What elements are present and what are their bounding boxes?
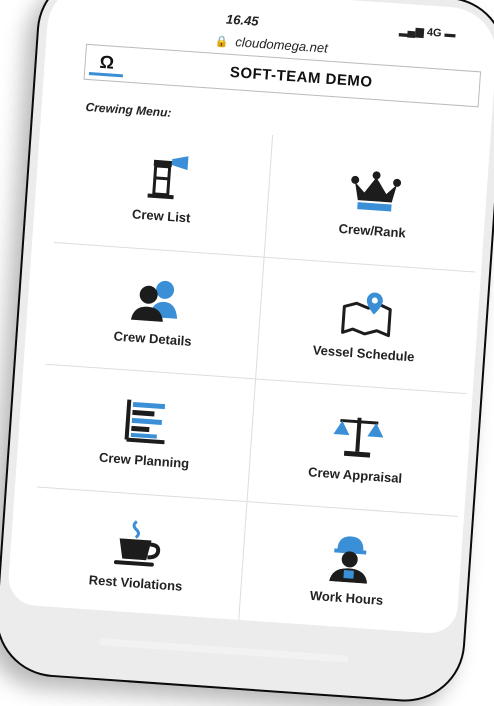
crewing-menu-grid: Crew List Crew/Rank Crew Details Vessel … <box>28 120 484 635</box>
menu-tile-crew-list[interactable]: Crew List <box>54 120 274 258</box>
browser-url: cloudomega.net <box>234 34 329 56</box>
menu-tile-label: Crew Planning <box>98 449 190 472</box>
menu-tile-crew-planning[interactable]: Crew Planning <box>37 364 257 502</box>
menu-tile-vessel-schedule[interactable]: Vessel Schedule <box>256 257 476 395</box>
phone-screen: 16.45 ▂▄▆ 4G ▬ 🔒 cloudomega.net Ω SOFT-T… <box>6 0 494 636</box>
coffee-cup-icon <box>113 520 161 567</box>
menu-tile-label: Crew List <box>131 206 191 226</box>
battery-icon: ▬ <box>444 27 457 41</box>
lighthouse-icon <box>147 156 189 200</box>
scales-icon <box>332 417 383 458</box>
menu-tile-crew-appraisal[interactable]: Crew Appraisal <box>247 379 467 517</box>
menu-heading: Crewing Menu: <box>85 99 172 120</box>
lock-icon: 🔒 <box>214 35 230 49</box>
menu-tile-crew-rank[interactable]: Crew/Rank <box>264 135 484 272</box>
network-type: 4G <box>426 26 442 40</box>
menu-tile-label: Crew Appraisal <box>307 464 403 487</box>
omega-logo-icon[interactable]: Ω <box>88 49 125 77</box>
menu-tile-label: Vessel Schedule <box>312 342 416 365</box>
map-pin-icon <box>340 292 392 337</box>
worker-icon <box>328 536 367 584</box>
menu-tile-work-hours[interactable]: Work Hours <box>239 502 458 635</box>
menu-tile-label: Crew Details <box>113 328 193 349</box>
status-time: 16.45 <box>225 11 260 29</box>
menu-tile-crew-details[interactable]: Crew Details <box>45 242 265 380</box>
menu-tile-label: Work Hours <box>309 588 384 609</box>
status-signal: ▂▄▆ 4G ▬ <box>399 24 456 41</box>
crown-icon <box>350 171 401 212</box>
menu-tile-label: Rest Violations <box>88 572 183 595</box>
menu-tile-label: Crew/Rank <box>338 221 407 241</box>
gantt-chart-icon <box>124 399 166 445</box>
signal-bars-icon: ▂▄▆ <box>398 24 425 39</box>
phone-frame: 16.45 ▂▄▆ 4G ▬ 🔒 cloudomega.net Ω SOFT-T… <box>0 0 494 706</box>
menu-tile-rest-violations[interactable]: Rest Violations <box>28 486 248 624</box>
users-icon <box>130 280 178 322</box>
